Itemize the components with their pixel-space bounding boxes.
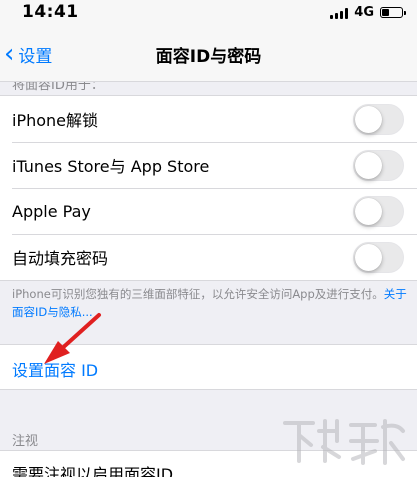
attention-section-header: 注视 xyxy=(12,434,39,449)
signal-icon xyxy=(330,7,349,19)
row-label: iTunes Store与 App Store xyxy=(12,157,210,176)
footer-text: iPhone可识别您独有的三维面部特征，以允许安全访问App及进行支付。 xyxy=(12,287,384,301)
network-type: 4G xyxy=(354,5,374,20)
face-id-usage-group: iPhone解锁 iTunes Store与 App Store Apple P… xyxy=(0,95,417,281)
toggle-knob xyxy=(355,243,382,271)
autofill-passwords-toggle[interactable] xyxy=(353,241,404,273)
status-indicators: 4G xyxy=(330,5,406,20)
toggle-knob xyxy=(355,105,382,133)
toggle-knob xyxy=(355,151,382,179)
section-header-label: 将面容ID用于： xyxy=(12,82,104,93)
iphone-unlock-toggle[interactable] xyxy=(353,103,404,135)
itunes-app-store-toggle[interactable] xyxy=(353,149,404,181)
row-label: iPhone解锁 xyxy=(12,111,99,130)
require-attention-row-label: 需要注视以启用面容ID xyxy=(12,465,174,477)
status-bar: 14:41 4G xyxy=(0,0,417,26)
watermark-logo-icon xyxy=(283,419,405,465)
apple-pay-toggle[interactable] xyxy=(353,195,404,227)
section-header: 将面容ID用于： xyxy=(0,82,417,95)
row-label: Apple Pay xyxy=(12,201,91,221)
toggle-row-iphone-unlock: iPhone解锁 xyxy=(0,96,417,142)
row-label: 自动填充密码 xyxy=(12,249,109,268)
toggle-row-autofill-passwords: 自动填充密码 xyxy=(0,234,417,280)
status-time: 14:41 xyxy=(22,2,79,22)
toggle-row-itunes-app-store: iTunes Store与 App Store xyxy=(0,142,417,188)
footer-note: iPhone可识别您独有的三维面部特征，以允许安全访问App及进行支付。关于面容… xyxy=(12,285,412,321)
settings-screen: 14:41 4G ‹ 设置 面容ID与密码 将面容ID用于： iPhone解锁 xyxy=(0,0,417,477)
toggle-row-apple-pay: Apple Pay xyxy=(0,188,417,234)
page-title: 面容ID与密码 xyxy=(155,47,262,67)
setup-face-id-button[interactable]: 设置面容 ID xyxy=(12,357,98,381)
navigation-bar: ‹ 设置 面容ID与密码 xyxy=(0,26,417,82)
setup-face-id-group: 设置面容 ID xyxy=(0,344,417,390)
toggle-knob xyxy=(355,197,382,225)
battery-icon xyxy=(380,7,406,18)
